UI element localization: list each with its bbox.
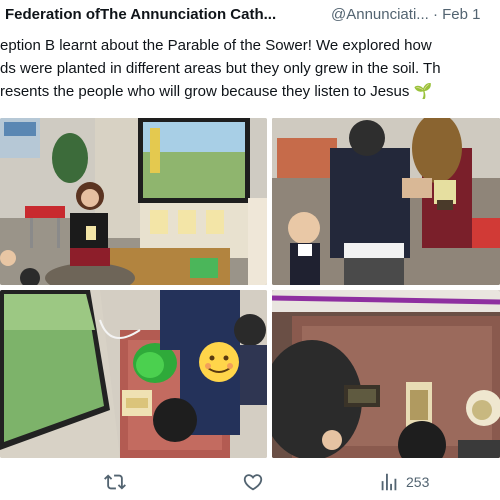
tweet-text-line-content: resents the people who will grow because… <box>0 83 410 100</box>
post-date[interactable]: Feb 1 <box>442 6 480 23</box>
children-planting-photo[interactable] <box>272 118 500 285</box>
views-button[interactable]: 253 <box>378 470 429 494</box>
children-at-tray-photo[interactable] <box>0 290 267 458</box>
tweet-text-line: eption B learnt about the Parable of the… <box>0 37 432 54</box>
retweet-button[interactable] <box>104 470 126 494</box>
tweet-header: Federation ofThe Annunciation Cath... @A… <box>0 0 500 30</box>
tweet-actions: 253 <box>0 462 500 500</box>
author-handle-and-date[interactable]: @Annunciati... · Feb 1 <box>331 0 480 30</box>
heart-icon <box>242 471 264 493</box>
separator-dot: · <box>432 6 438 23</box>
classroom-teacher-photo[interactable] <box>0 118 267 285</box>
tweet-text-line: ds were planted in different areas but t… <box>0 60 441 77</box>
retweet-icon <box>104 471 126 493</box>
author-name[interactable]: Federation ofThe Annunciation Cath... <box>5 0 276 30</box>
views-count: 253 <box>406 474 430 490</box>
tweet-text: eption B learnt about the Parable of the… <box>0 34 500 103</box>
seedling-emoji: 🌱 <box>413 83 433 100</box>
tweet-text-line: resents the people who will grow because… <box>0 80 500 103</box>
author-handle[interactable]: @Annunciati... <box>331 6 429 23</box>
like-button[interactable] <box>242 470 264 494</box>
views-icon <box>378 471 400 493</box>
media-grid <box>0 118 500 458</box>
seed-pots-photo[interactable] <box>272 290 500 458</box>
